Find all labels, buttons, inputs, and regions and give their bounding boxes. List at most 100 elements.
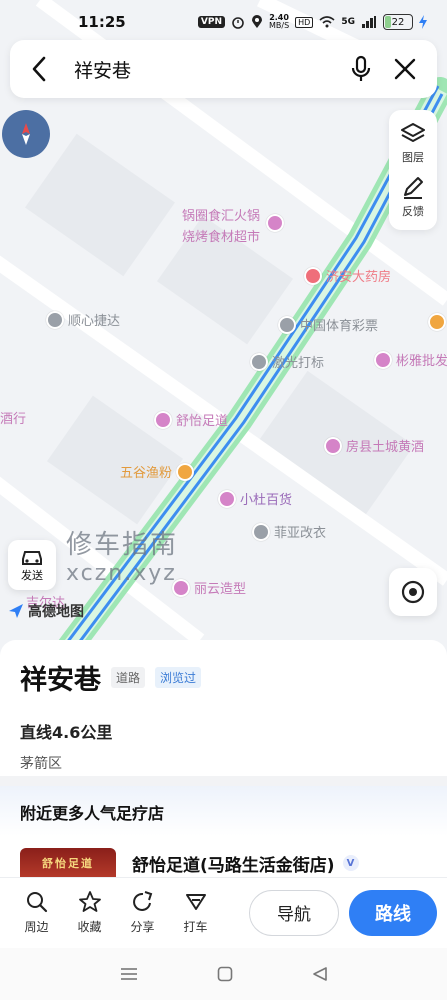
- feedback-label: 反馈: [402, 205, 424, 218]
- clock: 11:25: [78, 13, 126, 31]
- food-icon: [428, 313, 446, 331]
- food-icon: [176, 462, 195, 481]
- watermark-line2: xczn.xyz: [66, 561, 177, 586]
- poi-marker[interactable]: [266, 214, 284, 232]
- compass-button[interactable]: [2, 110, 50, 158]
- wifi-icon: [319, 16, 335, 28]
- favorite-label: 收藏: [77, 920, 102, 934]
- shop-icon: [324, 436, 342, 455]
- net-speed-unit: MB/S: [268, 21, 290, 30]
- vpn-badge: VPN: [197, 16, 225, 28]
- poi-label: 五谷渔粉: [120, 466, 173, 481]
- poi-feiya[interactable]: 菲亚改衣: [252, 522, 326, 541]
- search-icon: [26, 892, 47, 913]
- poi-wugu[interactable]: 五谷渔粉: [120, 462, 195, 481]
- back-triangle-icon[interactable]: [312, 966, 328, 982]
- map-tools-panel: 图层 反馈: [389, 110, 437, 230]
- shop-icon: [218, 489, 236, 508]
- nearby-button[interactable]: 周边: [10, 890, 63, 935]
- poi-label-line2: 烧烤食材超市: [182, 230, 261, 245]
- logo-text: 高德地图: [28, 604, 84, 620]
- locate-icon: [401, 580, 425, 604]
- close-button[interactable]: [387, 51, 423, 87]
- nearby-heading: 附近更多人气足疗店: [0, 786, 447, 836]
- shop-icon: [266, 214, 284, 232]
- close-icon: [394, 58, 416, 80]
- system-nav-bar: [0, 948, 447, 1000]
- share-button[interactable]: 分享: [116, 890, 169, 935]
- watermark: 修车指南 xczn.xyz: [66, 524, 178, 586]
- route-button[interactable]: 路线: [349, 889, 437, 936]
- poi-xiaodu[interactable]: 小杜百货: [218, 489, 292, 508]
- home-icon[interactable]: [217, 966, 233, 982]
- microphone-icon: [351, 55, 371, 81]
- place-info: 祥安巷 道路 浏览过 直线4.6公里 茅箭区: [0, 640, 447, 773]
- poi-liyun[interactable]: 丽云造型: [172, 578, 246, 597]
- taxi-button[interactable]: 打车: [169, 890, 222, 935]
- nearby-shop-item[interactable]: 舒怡足道 舒怡足道(马路生活金街店) V: [20, 848, 427, 878]
- menu-icon[interactable]: [120, 967, 138, 981]
- back-button[interactable]: [24, 54, 54, 84]
- status-bar: 11:25 VPN 2.40 MB/S HD 5G 22: [0, 0, 447, 44]
- locate-me-button[interactable]: [389, 568, 437, 616]
- layers-label: 图层: [402, 151, 424, 164]
- feedback-pencil-icon: [404, 177, 423, 199]
- place-icon: [252, 522, 270, 541]
- chevron-left-icon: [32, 56, 46, 82]
- shop-thumbnail: 舒怡足道: [20, 848, 116, 878]
- poi-wholesale[interactable]: 彬雅批发: [374, 350, 447, 369]
- location-pin-icon: [251, 15, 262, 28]
- bottom-action-bar: 周边 收藏 分享 打车 导航 路线: [0, 877, 447, 947]
- poi-label: 顺心捷达: [68, 314, 121, 329]
- shop-name: 舒怡足道(马路生活金街店): [132, 855, 335, 876]
- layers-button[interactable]: 图层: [399, 121, 427, 165]
- favorite-button[interactable]: 收藏: [63, 890, 116, 935]
- compass-icon: [22, 123, 30, 145]
- poi-label: 彬雅批发: [396, 354, 447, 369]
- poi-lottery[interactable]: 中国体育彩票: [278, 315, 378, 334]
- poi-shuyi-map[interactable]: 舒怡足道: [154, 410, 228, 429]
- poi-pharmacy[interactable]: 济安大药房: [304, 266, 391, 285]
- taxi-icon: [185, 894, 206, 910]
- battery-indicator: 22: [383, 14, 413, 30]
- verified-badge: V: [342, 855, 359, 871]
- poi-label: 小杜百货: [240, 493, 293, 508]
- place-distance: 直线4.6公里: [20, 723, 113, 742]
- place-icon: [46, 310, 64, 329]
- shop-title: 舒怡足道(马路生活金街店) V: [132, 848, 359, 878]
- navigate-button[interactable]: 导航: [249, 889, 339, 936]
- search-bar: 祥安巷: [10, 40, 437, 98]
- place-type-tag: 道路: [111, 667, 146, 688]
- amap-logo: 高德地图: [8, 601, 84, 621]
- poi-shunxin[interactable]: 顺心捷达: [46, 310, 120, 329]
- layers-icon: [401, 123, 425, 142]
- feedback-button[interactable]: 反馈: [399, 175, 427, 219]
- voice-search-button[interactable]: [343, 51, 379, 87]
- poi-label: 丽云造型: [194, 582, 247, 597]
- battery-fill: [385, 16, 392, 28]
- place-district: 茅箭区: [20, 756, 62, 772]
- poi-label: 酒行: [0, 412, 27, 427]
- search-input[interactable]: 祥安巷: [74, 56, 335, 83]
- poi-label: 激光打标: [272, 356, 325, 371]
- place-name: 祥安巷: [20, 665, 101, 696]
- poi-label: 锅圈食汇火锅: [182, 209, 261, 224]
- section-divider: [0, 776, 447, 786]
- poi-laser[interactable]: 激光打标: [250, 352, 324, 371]
- poi-wine[interactable]: 房县土城黄酒: [324, 436, 424, 455]
- shop-icon: [154, 410, 172, 429]
- place-icon: [250, 352, 268, 371]
- send-label: 发送: [21, 569, 43, 582]
- poi-label: 房县土城黄酒: [346, 440, 425, 455]
- poi-label: 舒怡足道: [176, 414, 229, 429]
- map-view[interactable]: 锅圈食汇火锅 烧烤食材超市 济安大药房 顺心捷达 中国体育彩票 激光打标 彬雅批…: [0, 0, 447, 660]
- signal-type: 5G: [341, 17, 355, 27]
- poi-marker-edge[interactable]: [428, 313, 446, 331]
- poi-jiuhang[interactable]: 酒行: [0, 408, 26, 427]
- net-speed: 2.40 MB/S: [269, 14, 289, 30]
- send-to-car-button[interactable]: 发送: [8, 540, 56, 590]
- shop-icon: [374, 350, 392, 369]
- status-icons: VPN 2.40 MB/S HD 5G 22: [197, 14, 427, 30]
- nearby-label: 周边: [24, 920, 49, 934]
- poi-hotpot-supermarket[interactable]: 锅圈食汇火锅 烧烤食材超市: [182, 208, 260, 246]
